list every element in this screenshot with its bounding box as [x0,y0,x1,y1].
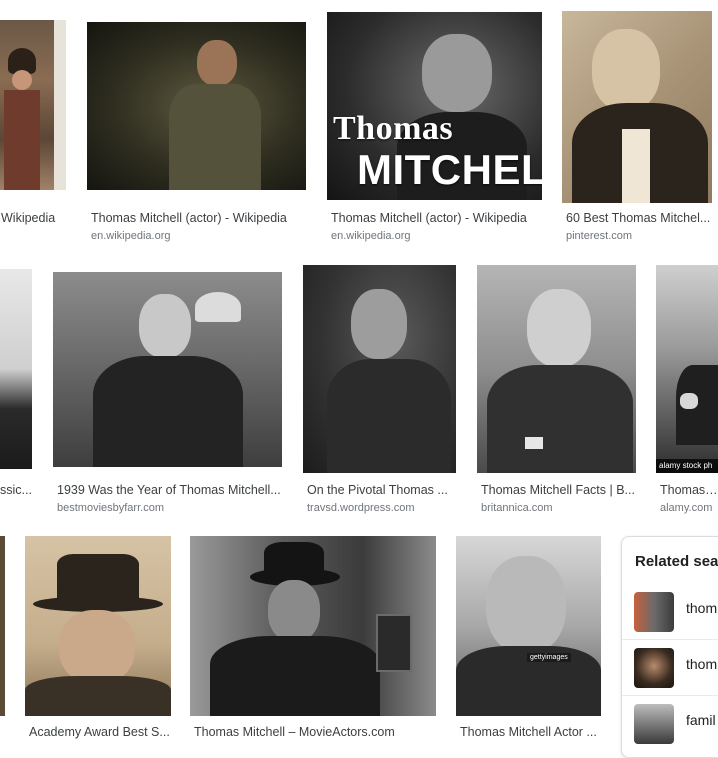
related-search-item[interactable]: thom [622,642,718,690]
result-source: en.wikipedia.org [331,230,411,242]
result-title[interactable]: Thomas Mitchell (actor) - Wikipedia [331,211,541,225]
result-title[interactable]: Thomas Mitchell (actor) - Wikipedia [91,211,303,225]
result-title[interactable]: Thomas Mitchell Actor ... [460,725,602,739]
title-card-line2: MITCHELL [357,146,542,193]
result-title[interactable]: Thomas M [660,483,718,497]
related-thumbnail [634,704,674,744]
related-searches-title: Related sea [635,553,718,570]
result-title[interactable]: On the Pivotal Thomas ... [307,483,455,497]
result-thumbnail[interactable]: Thomas MITCHELL [327,12,542,200]
result-thumbnail[interactable] [25,536,171,716]
related-thumbnail [634,592,674,632]
result-title[interactable]: ssic... [0,483,34,497]
result-source: travsd.wordpress.com [307,502,415,514]
related-search-label[interactable]: famil [686,712,716,728]
result-thumbnail[interactable] [456,536,601,716]
result-thumbnail[interactable] [562,11,712,203]
result-thumbnail[interactable] [87,22,306,190]
divider [622,695,718,696]
result-thumbnail[interactable] [190,536,436,716]
related-thumbnail [634,648,674,688]
result-title[interactable]: Thomas Mitchell Facts | B... [481,483,635,497]
related-search-label[interactable]: thom [686,656,717,672]
getty-watermark: gettyimages [527,653,571,662]
result-title[interactable]: 60 Best Thomas Mitchel... [566,211,714,225]
result-source: pinterest.com [566,230,633,242]
result-thumbnail[interactable] [0,536,5,716]
alamy-watermark-badge: alamy stock ph [656,459,718,473]
result-thumbnail[interactable] [477,265,636,473]
result-thumbnail[interactable] [0,269,32,469]
result-source: bestmoviesbyfarr.com [57,502,164,514]
result-thumbnail[interactable] [0,20,66,190]
result-title[interactable]: Thomas Mitchell – MovieActors.com [194,725,436,739]
result-thumbnail[interactable] [656,265,718,473]
title-card-line1: Thomas [333,110,454,147]
result-title[interactable]: Academy Award Best S... [29,725,171,739]
result-title[interactable]: Wikipedia [1,211,63,225]
result-title[interactable]: 1939 Was the Year of Thomas Mitchell... [57,483,283,497]
result-source: alamy.com [660,502,713,514]
result-thumbnail[interactable] [53,272,282,467]
related-search-label[interactable]: thom [686,600,717,616]
divider [622,639,718,640]
related-search-item[interactable]: thom [622,586,718,634]
related-search-item[interactable]: famil [622,698,718,746]
result-source: britannica.com [481,502,553,514]
related-searches-panel: Related sea thom thom famil [621,536,718,758]
result-thumbnail[interactable] [303,265,456,473]
result-source: en.wikipedia.org [91,230,171,242]
